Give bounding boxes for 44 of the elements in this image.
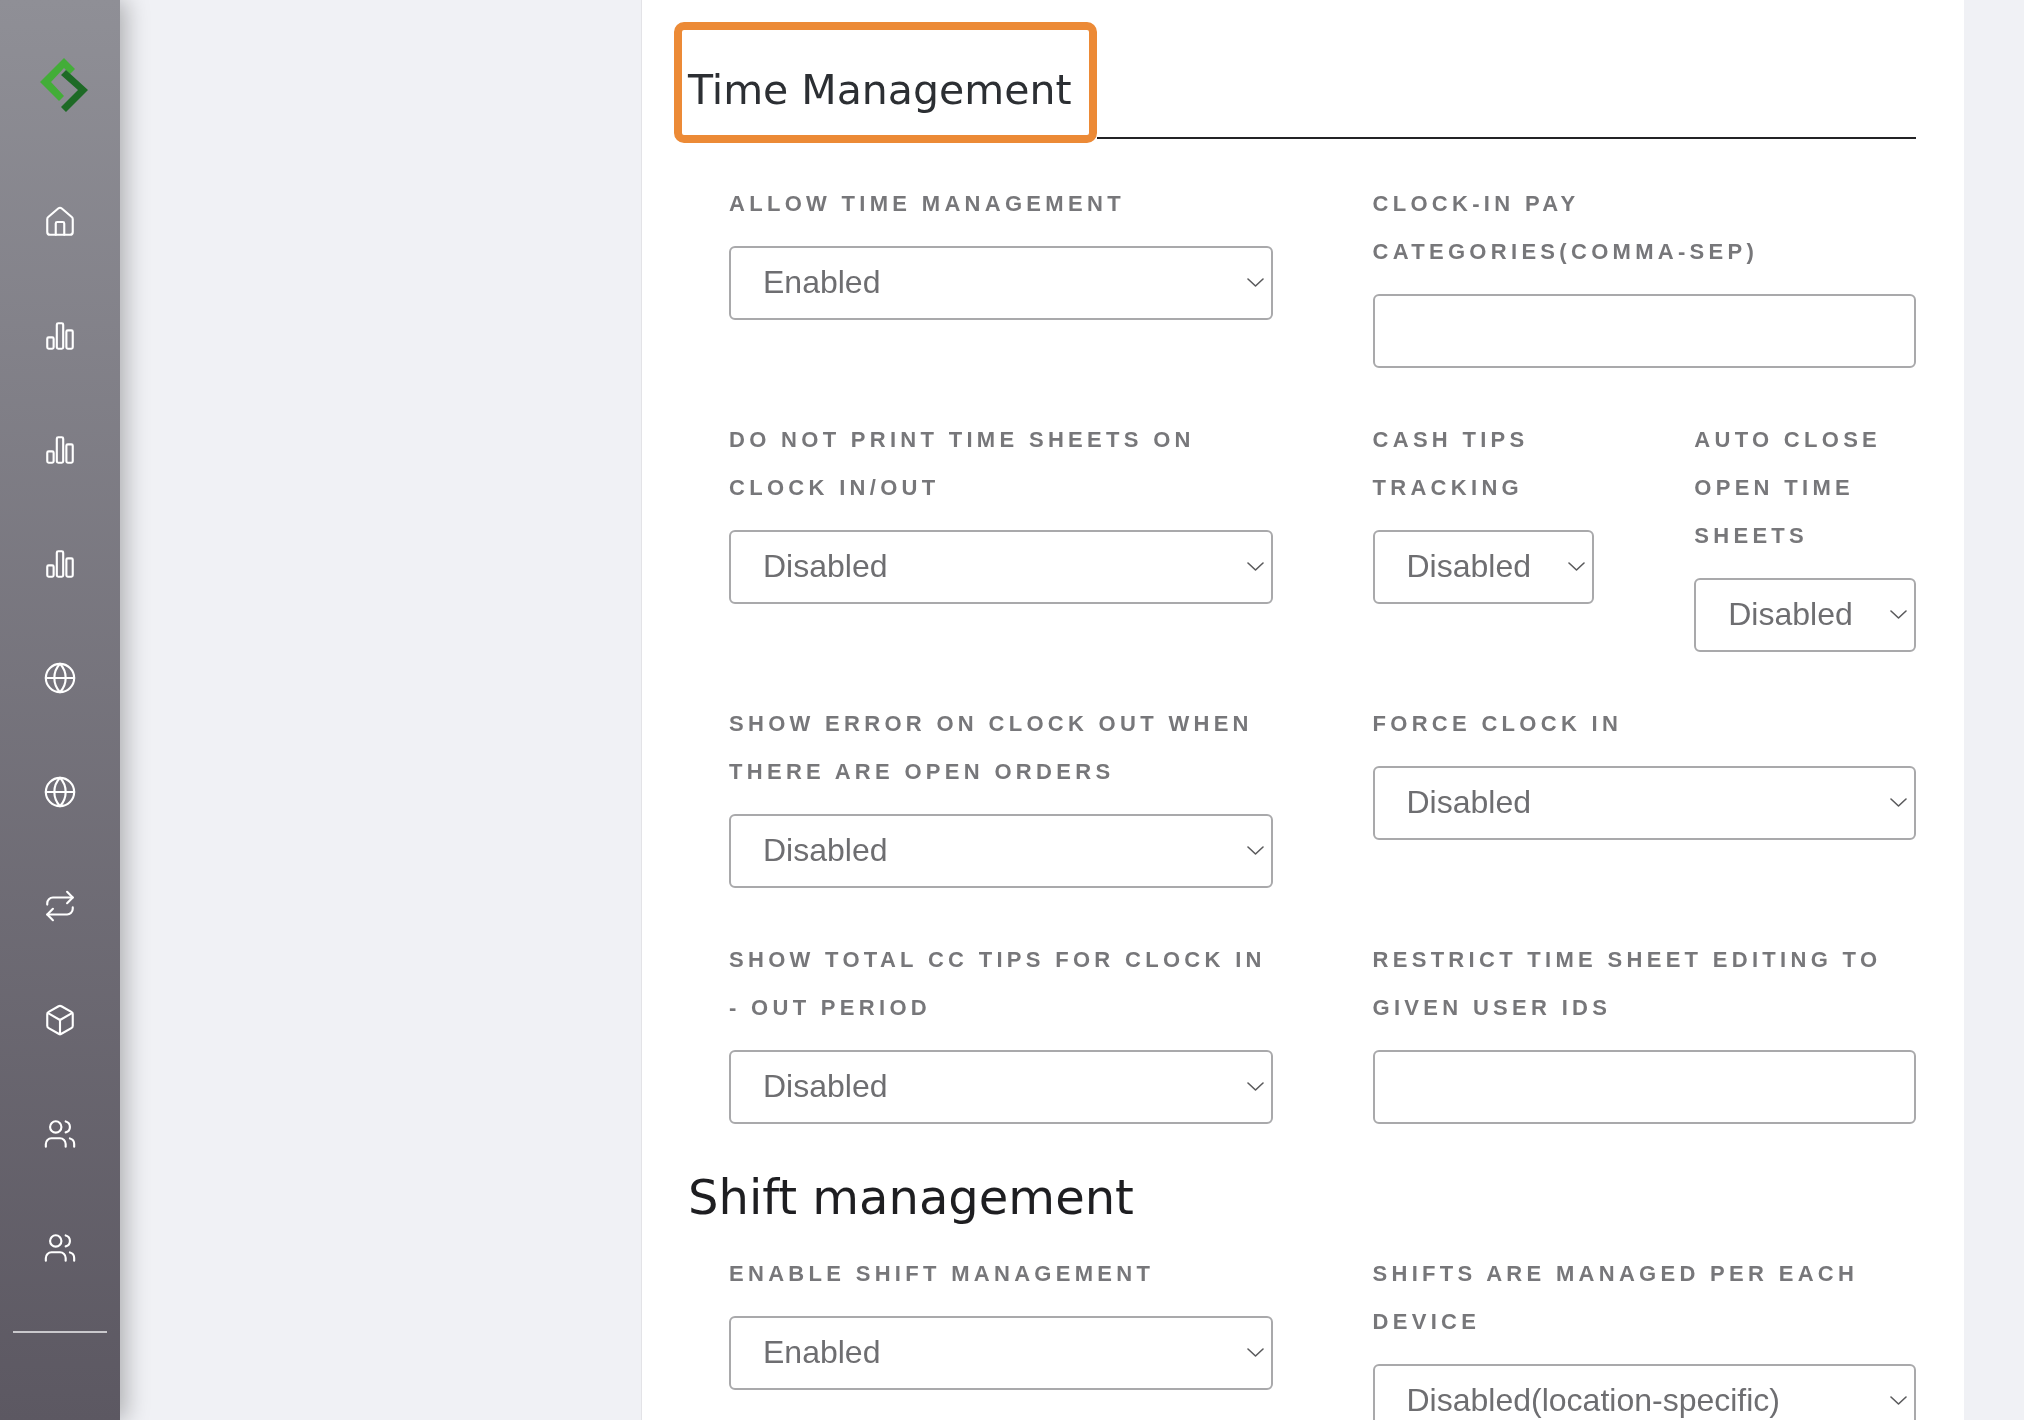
field-label: SHIFTS ARE MANAGED PER EACH DEVICE <box>1372 1260 1860 1336</box>
dropdown[interactable]: Disabled <box>1694 578 1916 652</box>
field-label: DO NOT PRINT TIME SHEETS ON CLOCK IN/OUT <box>729 426 1196 502</box>
chevron-icon <box>1246 277 1264 287</box>
bar-chart-icon[interactable] <box>43 319 77 353</box>
cube-icon[interactable] <box>43 1003 77 1037</box>
field-label: AUTO CLOSE OPEN TIME SHEETS <box>1694 426 1883 550</box>
chevron-icon <box>1246 561 1264 571</box>
users-icon[interactable] <box>43 1231 77 1265</box>
globe-icon[interactable] <box>43 661 77 695</box>
dropdown[interactable]: Disabled <box>1372 766 1916 840</box>
dropdown[interactable]: Disabled <box>1372 530 1595 604</box>
chevron-icon <box>1890 797 1907 807</box>
text-input[interactable] <box>1372 1050 1916 1124</box>
swap-arrows-icon[interactable] <box>43 889 77 923</box>
chevron-icon <box>1890 1395 1907 1405</box>
section-heading: Shift management <box>688 1169 1134 1225</box>
text-input[interactable] <box>1372 294 1916 368</box>
section-heading: Time Management <box>688 66 1072 114</box>
field-label: ALLOW TIME MANAGEMENT <box>729 190 1126 218</box>
field-label: CLOCK-IN PAY CATEGORIES(COMMA-SEP) <box>1372 190 1760 266</box>
bar-chart-icon[interactable] <box>43 433 77 467</box>
dropdown[interactable]: Disabled <box>729 814 1273 888</box>
chevron-icon <box>1246 1081 1264 1091</box>
globe-icon[interactable] <box>43 775 77 809</box>
chevron-icon <box>1246 1347 1264 1357</box>
dropdown[interactable]: Disabled(location-specific) <box>1372 1364 1916 1420</box>
dropdown[interactable]: Enabled <box>729 246 1273 320</box>
dropdown[interactable]: Disabled <box>729 530 1273 604</box>
logo[interactable] <box>40 58 88 112</box>
bar-chart-icon[interactable] <box>43 547 77 581</box>
field-label: RESTRICT TIME SHEET EDITING TO GIVEN USER IDS <box>1372 946 1883 1022</box>
home-icon[interactable] <box>43 205 77 239</box>
field-label: ENABLE SHIFT MANAGEMENT <box>729 1260 1156 1288</box>
field-label: CASH TIPS TRACKING <box>1372 426 1530 502</box>
chevron-icon <box>1890 609 1907 619</box>
field-label: FORCE CLOCK IN <box>1372 710 1624 738</box>
dropdown[interactable]: Disabled <box>729 1050 1273 1124</box>
chevron-icon <box>1568 561 1586 571</box>
dropdown[interactable]: Enabled <box>729 1316 1273 1390</box>
field-label: SHOW TOTAL CC TIPS FOR CLOCK IN - OUT PERIOD <box>729 946 1267 1022</box>
chevron-icon <box>1246 845 1264 855</box>
users-icon[interactable] <box>43 1117 77 1151</box>
field-label: SHOW ERROR ON CLOCK OUT WHEN THERE ARE OPEN ORDERS <box>729 710 1254 786</box>
